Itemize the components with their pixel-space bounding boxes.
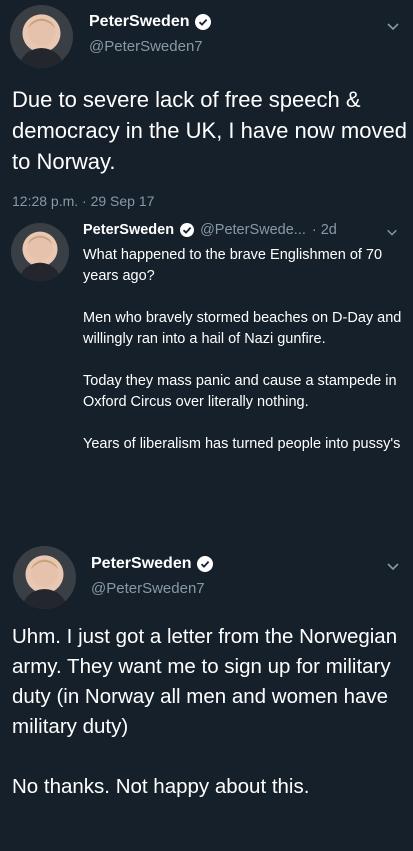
- author-row: PeterSweden: [91, 555, 214, 573]
- chevron-down-icon[interactable]: [385, 558, 401, 574]
- avatar[interactable]: [11, 223, 69, 281]
- paragraph: Today they mass panic and cause a stampe…: [83, 373, 397, 410]
- paragraph: Uhm. I just got a letter from the Norweg…: [12, 625, 398, 738]
- display-name[interactable]: PeterSweden: [91, 555, 191, 573]
- quoted-tweet-text: What happened to the brave Englishmen of…: [83, 245, 403, 476]
- display-name[interactable]: PeterSweden: [89, 13, 189, 31]
- chevron-down-icon[interactable]: [385, 225, 399, 239]
- tweet-text: Uhm. I just got a letter from the Norweg…: [12, 622, 404, 832]
- avatar[interactable]: [10, 5, 73, 68]
- handle[interactable]: @PeterSweden7: [89, 38, 203, 55]
- tweet-text: Due to severe lack of free speech & demo…: [12, 87, 407, 174]
- paragraph: No thanks. Not happy about this.: [12, 775, 310, 798]
- paragraph: What happened to the brave Englishmen of…: [83, 247, 383, 284]
- verified-check-icon: [197, 556, 214, 572]
- paragraph: Men who bravely stormed beaches on D-Day…: [83, 310, 402, 347]
- paragraph: Years of liberalism has turned people in…: [83, 436, 401, 452]
- tweet-timestamp[interactable]: 12:28 p.m. · 29 Sep 17: [12, 193, 154, 209]
- avatar[interactable]: [13, 546, 76, 609]
- verified-check-icon: [195, 14, 212, 30]
- handle[interactable]: @PeterSwede...: [200, 222, 306, 238]
- relative-time[interactable]: · 2d: [312, 222, 337, 238]
- display-name[interactable]: PeterSweden: [83, 222, 174, 238]
- chevron-down-icon[interactable]: [385, 18, 401, 34]
- handle[interactable]: @PeterSweden7: [91, 580, 205, 597]
- quoted-author-row: PeterSweden @PeterSwede... · 2d: [83, 222, 337, 238]
- verified-check-icon: [180, 223, 195, 237]
- author-row: PeterSweden: [89, 13, 212, 31]
